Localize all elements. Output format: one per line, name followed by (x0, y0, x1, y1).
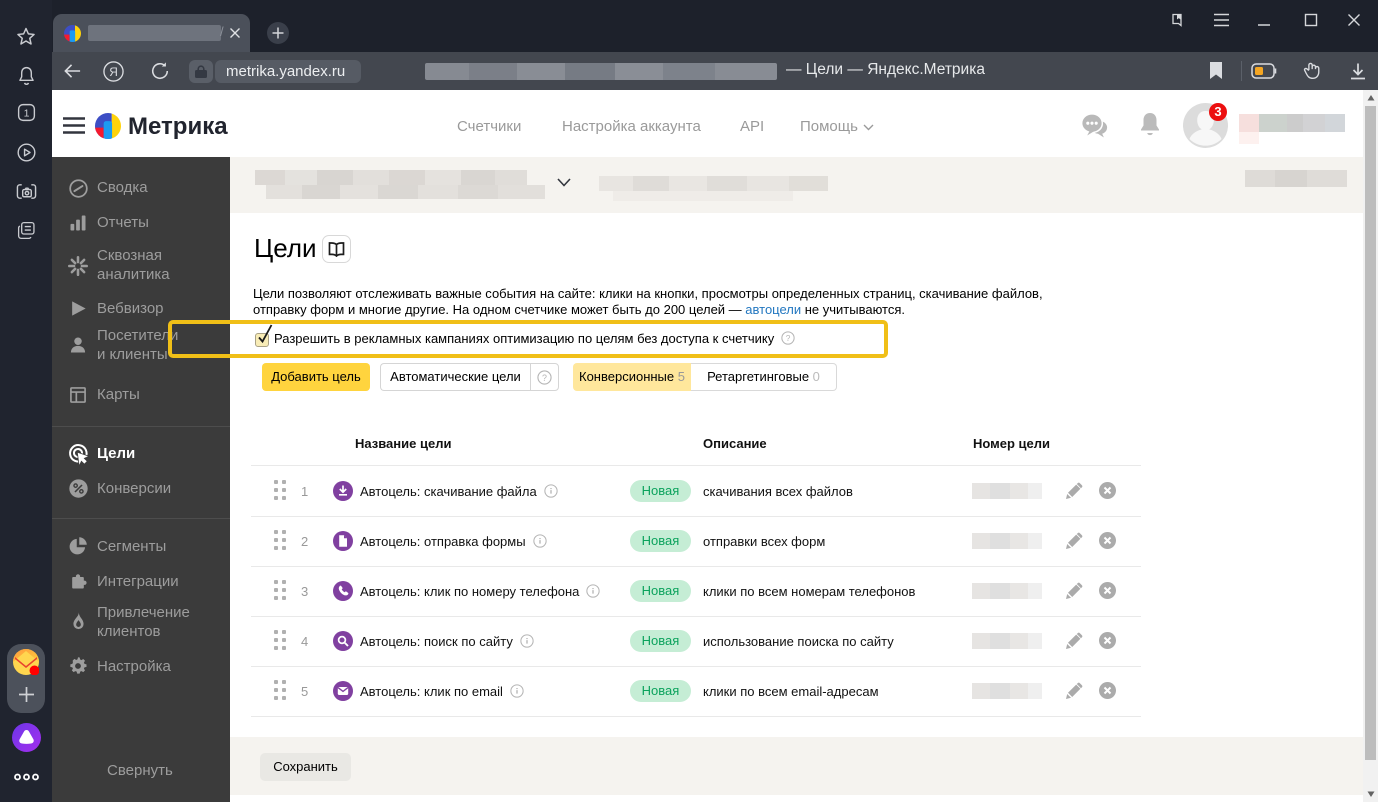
svg-text:Я: Я (109, 65, 118, 79)
svg-text:1: 1 (24, 107, 30, 119)
